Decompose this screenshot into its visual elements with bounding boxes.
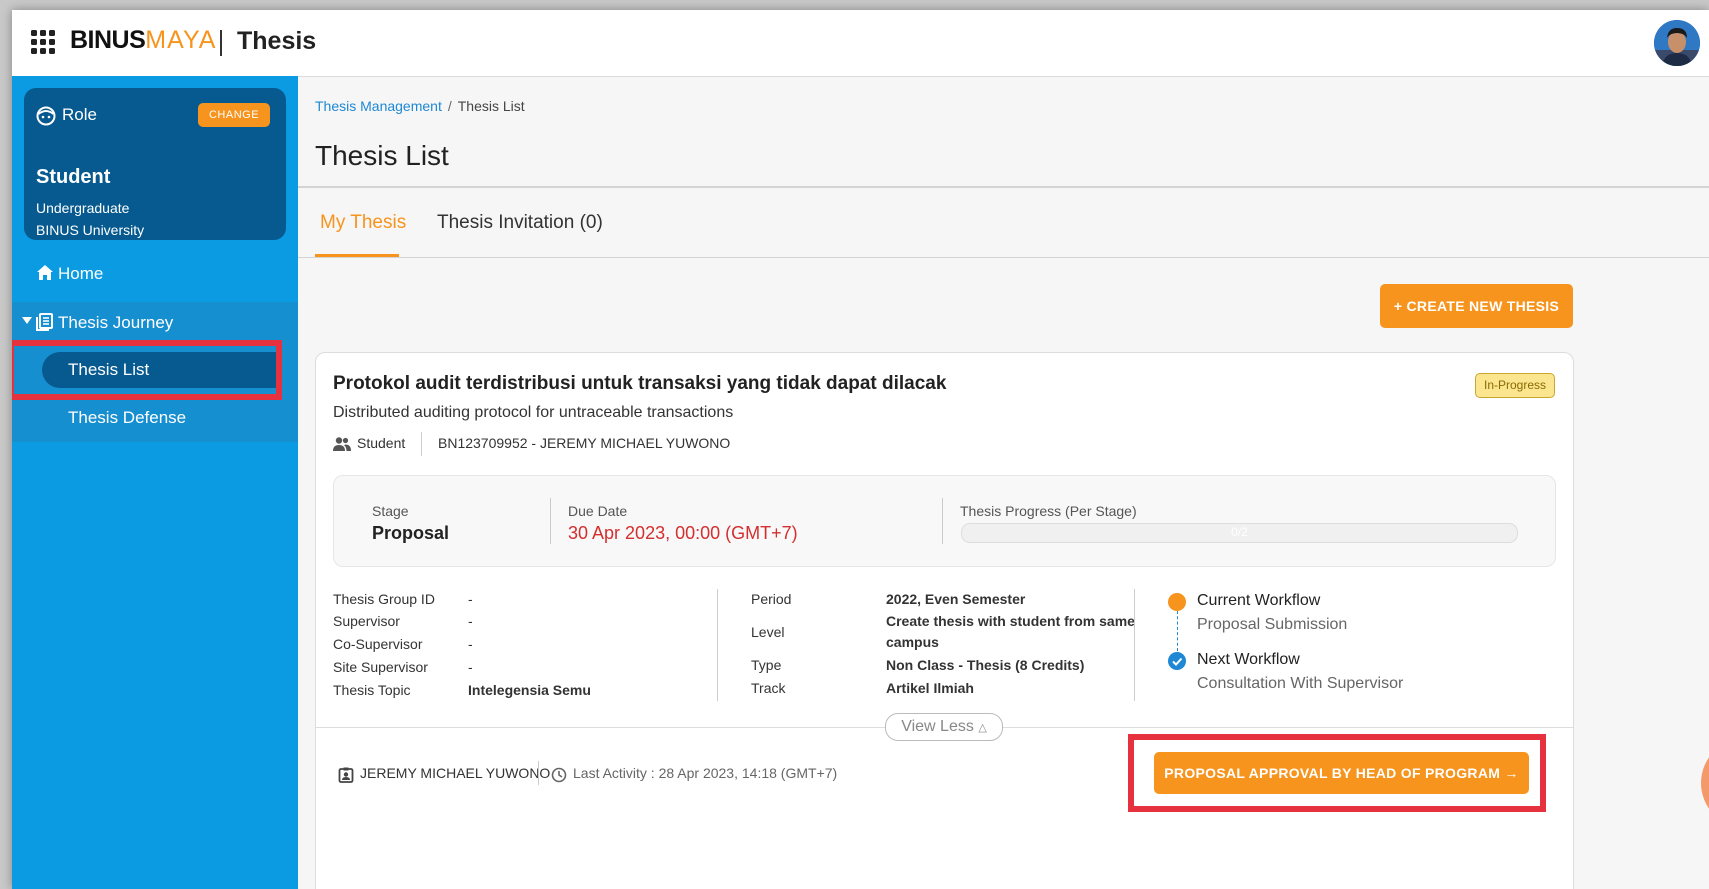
highlight-box-thesis-list [12,340,282,400]
breadcrumb: Thesis Management / Thesis List [315,98,525,114]
avatar-photo-icon [1654,20,1700,66]
role-level: Undergraduate [36,200,130,216]
type-value: Non Class - Thesis (8 Credits) [886,657,1085,673]
group-id-value: - [468,591,473,607]
tab-my-thesis[interactable]: My Thesis [320,212,406,234]
app-title: Thesis [237,27,317,55]
current-workflow-dot-icon [1168,593,1186,611]
id-badge-icon [338,767,354,783]
people-icon [333,437,351,451]
stage-label: Stage [372,503,409,519]
view-less-button[interactable]: View Less △ [885,713,1003,741]
level-value-cont: campus [886,634,939,650]
sidebar: Role CHANGE Student Undergraduate BINUS … [12,76,298,889]
divider [717,589,718,701]
clock-icon [551,767,567,783]
level-value: Create thesis with student from same [886,613,1135,629]
breadcrumb-link-thesis-management[interactable]: Thesis Management [315,98,442,114]
track-label: Track [751,680,786,696]
current-workflow-label: Current Workflow [1197,592,1321,609]
track-value: Artikel Ilmiah [886,680,974,696]
progress-label: Thesis Progress (Per Stage) [960,503,1137,519]
role-name: Student [36,166,111,188]
site-supervisor-value: - [468,659,473,675]
sidebar-item-thesis-defense[interactable]: Thesis Defense [12,398,298,438]
divider [1134,589,1135,701]
sidebar-item-label: Thesis Defense [68,408,187,427]
breadcrumb-current: Thesis List [457,98,525,114]
tab-thesis-invitation[interactable]: Thesis Invitation (0) [437,212,603,234]
level-label: Level [751,624,785,640]
role-card: Role CHANGE Student Undergraduate BINUS … [24,88,286,240]
sidebar-item-label: Thesis Journey [58,313,174,332]
due-date-label: Due Date [568,503,628,519]
divider [298,186,1709,188]
due-date-value: 30 Apr 2023, 00:00 (GMT+7) [568,523,798,543]
student-value: BN123709952 - JEREMY MICHAEL YUWONO [438,435,731,451]
divider [421,432,422,456]
chevron-up-icon: △ [978,722,987,734]
divider [298,257,1709,258]
status-badge: In-Progress [1475,373,1555,398]
thesis-subtitle: Distributed auditing protocol for untrac… [333,404,734,421]
stage-summary: Stage Proposal Due Date 30 Apr 2023, 00:… [333,475,1556,567]
binusmaya-logo[interactable]: BINUSMAYA [70,26,216,55]
site-supervisor-label: Site Supervisor [333,659,428,675]
home-icon [37,265,53,280]
page-title: Thesis List [315,140,449,171]
role-institution: BINUS University [36,222,145,238]
user-avatar[interactable] [1654,20,1700,66]
progress-text: 0/2 [1231,525,1248,539]
sidebar-item-home[interactable]: Home [12,254,298,294]
sidebar-item-thesis-journey[interactable]: Thesis Journey [12,302,298,344]
logo-separator [220,30,222,56]
check-icon [1172,657,1183,666]
period-value: 2022, Even Semester [886,591,1026,607]
workflow-connector [1177,611,1178,651]
supervisor-label: Supervisor [333,613,400,629]
caret-down-icon [22,317,32,324]
app-grid-icon[interactable] [30,29,56,55]
divider [550,498,551,544]
role-face-icon [36,106,56,126]
highlight-box-approval-button [1128,734,1546,812]
app-window: BINUSMAYA Thesis Role CHANGE Student Und… [12,10,1709,889]
supervisor-value: - [468,613,473,629]
change-role-button[interactable]: CHANGE [198,103,270,127]
breadcrumb-separator: / [447,98,452,114]
period-label: Period [751,591,792,607]
next-workflow-value: Consultation With Supervisor [1197,675,1404,692]
check-circle-icon [1168,652,1186,670]
stage-value: Proposal [372,523,450,543]
divider [942,498,943,544]
co-supervisor-label: Co-Supervisor [333,636,423,652]
last-activity: Last Activity : 28 Apr 2023, 14:18 (GMT+… [573,765,838,781]
group-id-label: Thesis Group ID [333,591,435,607]
sidebar-item-label: Home [58,264,104,283]
co-supervisor-value: - [468,636,473,652]
divider [538,761,539,785]
role-label: Role [62,105,97,124]
current-workflow-value: Proposal Submission [1197,616,1348,633]
thesis-title[interactable]: Protokol audit terdistribusi untuk trans… [333,373,946,395]
owner-name: JEREMY MICHAEL YUWONO [360,765,551,781]
top-bar: BINUSMAYA Thesis [12,10,1709,77]
student-label: Student [357,435,406,451]
type-label: Type [751,657,782,673]
progress-bar: 0/2 [961,523,1518,543]
create-new-thesis-button[interactable]: + CREATE NEW THESIS [1380,284,1573,328]
thesis-topic-value: Intelegensia Semu [468,682,591,698]
document-list-icon [36,313,53,331]
thesis-topic-label: Thesis Topic [333,682,411,698]
next-workflow-label: Next Workflow [1197,651,1300,668]
